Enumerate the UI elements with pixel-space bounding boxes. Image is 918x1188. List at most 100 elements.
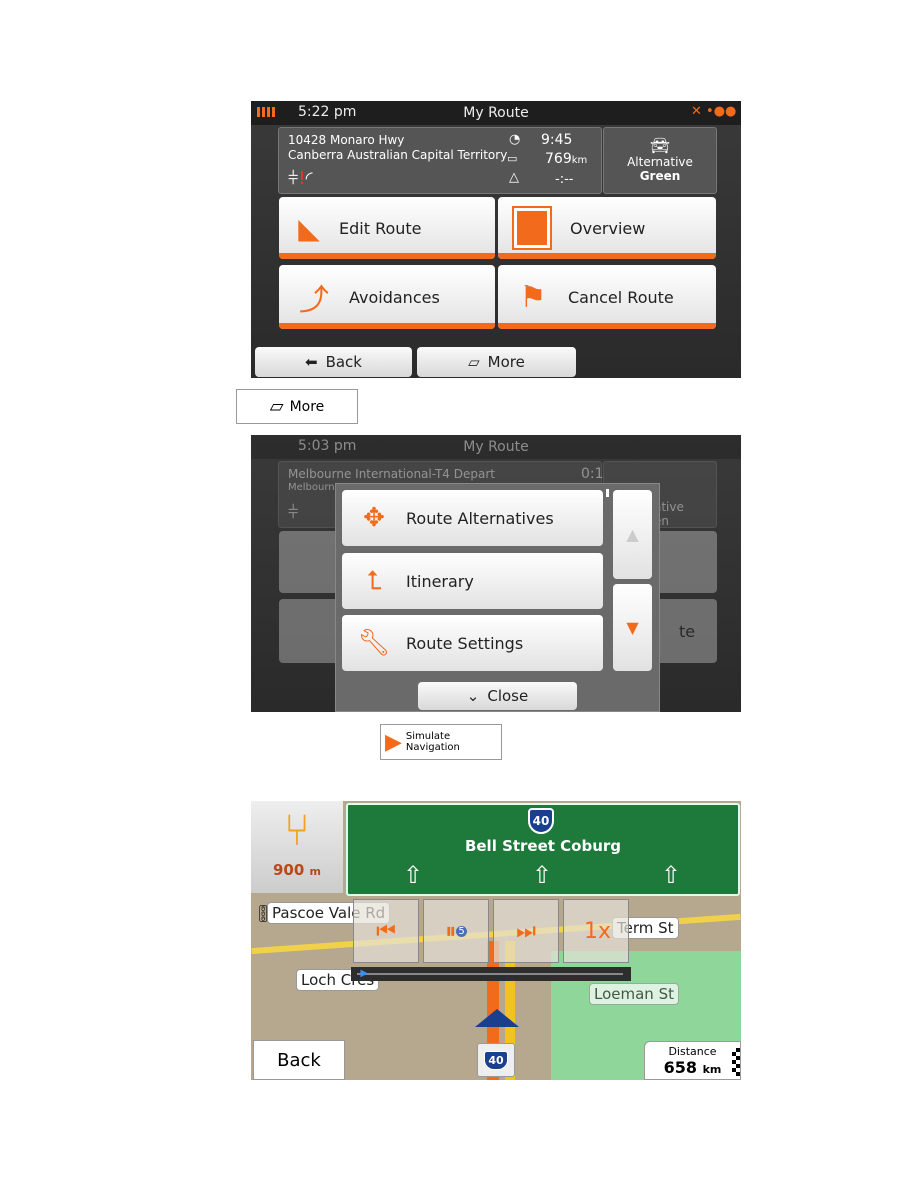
skip-back-button[interactable]: ⏮	[353, 899, 419, 963]
status-bar: 5:22 pm My Route ✕ •●●	[251, 101, 741, 125]
car-icon: 🚘︎	[649, 136, 671, 155]
edit-route-label: Edit Route	[339, 218, 422, 238]
cancel-route-button[interactable]: ⚑ Cancel Route	[498, 265, 716, 329]
distance-value: 769	[545, 151, 572, 167]
more-button[interactable]: ▱ More	[417, 347, 576, 377]
lane-arrow-icon: ⇧	[661, 861, 682, 889]
route-info-panel: 10428 Monaro Hwy Canberra Australian Cap…	[278, 127, 602, 194]
avoidances-label: Avoidances	[349, 287, 440, 307]
menu-label: Route Settings	[406, 633, 524, 653]
arrow-down-icon: ▼	[626, 618, 639, 637]
scroll-down-button[interactable]: ▼	[613, 584, 652, 671]
more-button-label: More	[289, 398, 325, 415]
distance-label: Distance	[668, 1045, 717, 1058]
progress-track	[357, 973, 623, 975]
back-arrow-icon: ⬅	[305, 353, 318, 371]
menu-item-route-alternatives[interactable]: ✥ Route Alternatives	[342, 490, 603, 546]
chevron-down-icon: ⌄	[466, 687, 480, 705]
more-label: More	[487, 353, 525, 371]
next-turn-panel: ⑂ 900 m	[251, 801, 343, 893]
distance-unit: km	[702, 1063, 722, 1076]
skip-back-icon: ⏮	[376, 918, 396, 944]
route-shield: 40	[484, 1050, 508, 1070]
partial-label: te	[679, 621, 696, 641]
menu-label: Itinerary	[406, 571, 474, 591]
ruler-icon: ▭	[507, 152, 518, 165]
destination-city: Canberra Australian Capital Territory	[288, 148, 508, 162]
vehicle-position-icon	[475, 1009, 519, 1027]
distance-panel[interactable]: Distance 658 km	[644, 1041, 741, 1080]
delay: -:--	[555, 172, 574, 187]
checkered-flag-icon	[732, 1048, 740, 1076]
simulation-screen: ⑂ 900 m 40 Bell Street Coburg ⇧ ⇧ ⇧ Pasc…	[251, 801, 741, 1080]
gps-status-icon: ✕ •●●	[691, 104, 737, 119]
more-menu-screen: 5:03 pm My Route Melbourne International…	[251, 435, 741, 712]
play-icon: ▶	[385, 729, 402, 755]
pause-icon: ⏸	[445, 918, 457, 944]
checkered-flag-icon: ⚑	[519, 279, 547, 315]
menu-item-itinerary[interactable]: ⮤ Itinerary	[342, 553, 603, 609]
alternative-value: Green	[639, 169, 681, 183]
distance-value: 658	[663, 1058, 698, 1077]
progress-thumb[interactable]: ▶	[360, 968, 368, 979]
interstate-shield: 40	[528, 808, 554, 834]
turn-distance: 900 m	[251, 861, 343, 879]
back-button[interactable]: Back	[253, 1040, 345, 1080]
turn-distance-value: 900	[272, 861, 305, 879]
screen-title: My Route	[463, 105, 529, 121]
edit-route-button[interactable]: ◣ Edit Route	[279, 197, 495, 259]
close-label: Close	[487, 687, 529, 705]
turn-distance-unit: m	[309, 865, 321, 878]
menu-label: Route Alternatives	[406, 508, 554, 528]
destination-address: 10428 Monaro Hwy	[288, 133, 405, 147]
close-button[interactable]: ⌄ Close	[418, 682, 577, 710]
more-icon: ▱	[269, 396, 284, 417]
status-bar: 5:03 pm My Route	[251, 435, 741, 459]
distance-unit: km	[571, 155, 588, 166]
pause-button[interactable]: ⏸ 5	[423, 899, 489, 963]
progress-slider[interactable]: ▶	[351, 967, 631, 981]
distance: 769km	[545, 151, 587, 167]
destination-address: Melbourne International-T4 Depart	[288, 467, 495, 481]
eta: 9:45	[541, 132, 573, 148]
lane-arrow-icon: ⇧	[403, 861, 424, 889]
highway-icon: ⫩!◜	[288, 168, 313, 189]
current-road-shield: 40	[477, 1043, 515, 1077]
more-icon: ▱	[468, 353, 480, 371]
back-button[interactable]: ⬅ Back	[255, 347, 412, 377]
scroll-up-button[interactable]: ▲	[613, 490, 652, 579]
route-settings-icon: 🔧︎	[357, 628, 391, 658]
lane-arrow-icon: ⇧	[532, 861, 553, 889]
avoidances-icon: ⤴	[299, 283, 329, 318]
traffic-light-icon: 🚦︎	[253, 904, 274, 923]
alternative-label: Alternative	[627, 155, 693, 169]
more-menu-popup: ✥ Route Alternatives ⮤ Itinerary 🔧︎ Route S…	[335, 483, 660, 712]
itinerary-icon: ⮤	[366, 565, 382, 596]
sign-text: Bell Street Coburg	[464, 837, 622, 855]
alternative-value: en	[654, 514, 669, 528]
alternative-button[interactable]: 🚘︎ Alternative Green	[603, 127, 717, 194]
simulate-navigation-label: Simulate Navigation	[405, 731, 460, 753]
overview-label: Overview	[570, 218, 646, 238]
timer-icon: ◔	[509, 132, 521, 147]
overview-button[interactable]: Overview	[498, 197, 716, 259]
turn-arrow-icon: ⑂	[283, 805, 311, 856]
signpost: 40 Bell Street Coburg ⇧ ⇧ ⇧	[346, 803, 740, 896]
skip-forward-icon: ⏭	[516, 918, 536, 944]
street-label: Loeman St	[589, 983, 679, 1005]
back-label: Back	[325, 353, 362, 371]
skip-forward-button[interactable]: ⏭	[493, 899, 559, 963]
warning-icon: △	[509, 170, 519, 185]
route-shield-small: 5	[456, 925, 467, 937]
cancel-route-label: Cancel Route	[568, 287, 674, 307]
alternative-label: ative	[654, 500, 684, 514]
speed-button[interactable]: 1x	[563, 899, 629, 963]
highway-icon: ⫩	[288, 502, 299, 523]
menu-item-route-settings[interactable]: 🔧︎ Route Settings	[342, 615, 603, 671]
overview-icon	[512, 206, 552, 250]
scrollbar-thumb[interactable]	[606, 489, 609, 497]
arrow-up-icon: ▲	[626, 525, 639, 544]
my-route-screen: 5:22 pm My Route ✕ •●● 10428 Monaro Hwy …	[251, 101, 741, 378]
simulate-navigation-button-illustration: ▶ Simulate Navigation	[380, 724, 502, 760]
avoidances-button[interactable]: ⤴ Avoidances	[279, 265, 495, 329]
